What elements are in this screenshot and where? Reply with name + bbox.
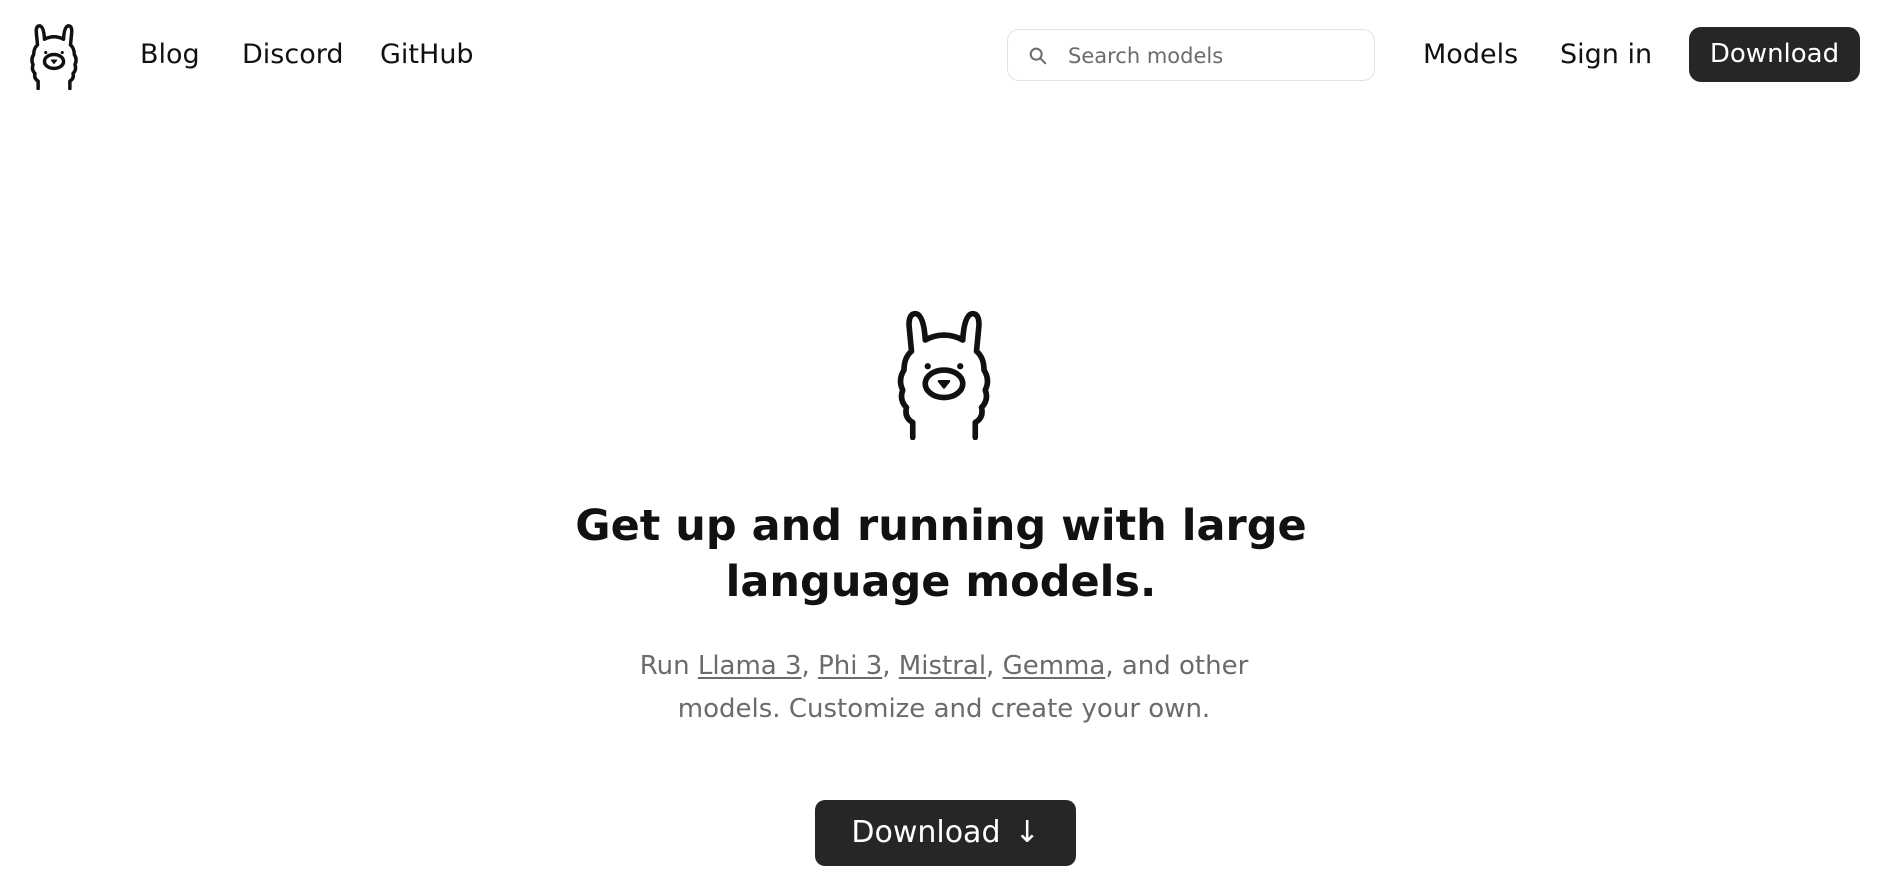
search-box[interactable] — [1007, 29, 1375, 81]
subtext-tail-line-1: , and other — [1105, 651, 1249, 681]
model-link-llama3[interactable]: Llama 3 — [698, 651, 802, 681]
model-link-phi3[interactable]: Phi 3 — [818, 651, 882, 681]
arrow-down-icon: ↓ — [1014, 815, 1040, 850]
nav-discord-link[interactable]: Discord — [242, 38, 344, 72]
headline-line-2: language models. — [725, 557, 1157, 607]
hero-subtext: Run Llama 3, Phi 3, Mistral, Gemma, and … — [620, 645, 1268, 731]
model-link-gemma[interactable]: Gemma — [1003, 651, 1106, 681]
nav-github-link[interactable]: GitHub — [380, 38, 474, 72]
nav-blog-link[interactable]: Blog — [140, 38, 200, 72]
hero-headline: Get up and running with large language m… — [541, 498, 1341, 610]
nav-models-link[interactable]: Models — [1423, 38, 1518, 72]
model-link-mistral[interactable]: Mistral — [899, 651, 986, 681]
subtext-separator: , — [986, 651, 1003, 681]
hero-download-button[interactable]: Download ↓ — [815, 800, 1076, 866]
llama-icon[interactable] — [28, 24, 80, 90]
sign-in-link[interactable]: Sign in — [1560, 38, 1652, 72]
headline-line-1: Get up and running with large — [575, 501, 1307, 551]
site-header: Blog Discord GitHub Models Sign in Downl… — [0, 0, 1883, 112]
search-icon — [1029, 47, 1047, 65]
hero-download-label: Download — [851, 815, 1001, 850]
subtext-separator: , — [801, 651, 819, 681]
subtext-separator: , — [882, 651, 899, 681]
header-download-button[interactable]: Download — [1689, 27, 1860, 82]
search-input[interactable] — [1068, 40, 1364, 72]
subtext-tail-line-2: models. Customize and create your own. — [677, 694, 1211, 724]
llama-icon — [897, 310, 991, 440]
subtext-run: Run — [639, 651, 698, 681]
